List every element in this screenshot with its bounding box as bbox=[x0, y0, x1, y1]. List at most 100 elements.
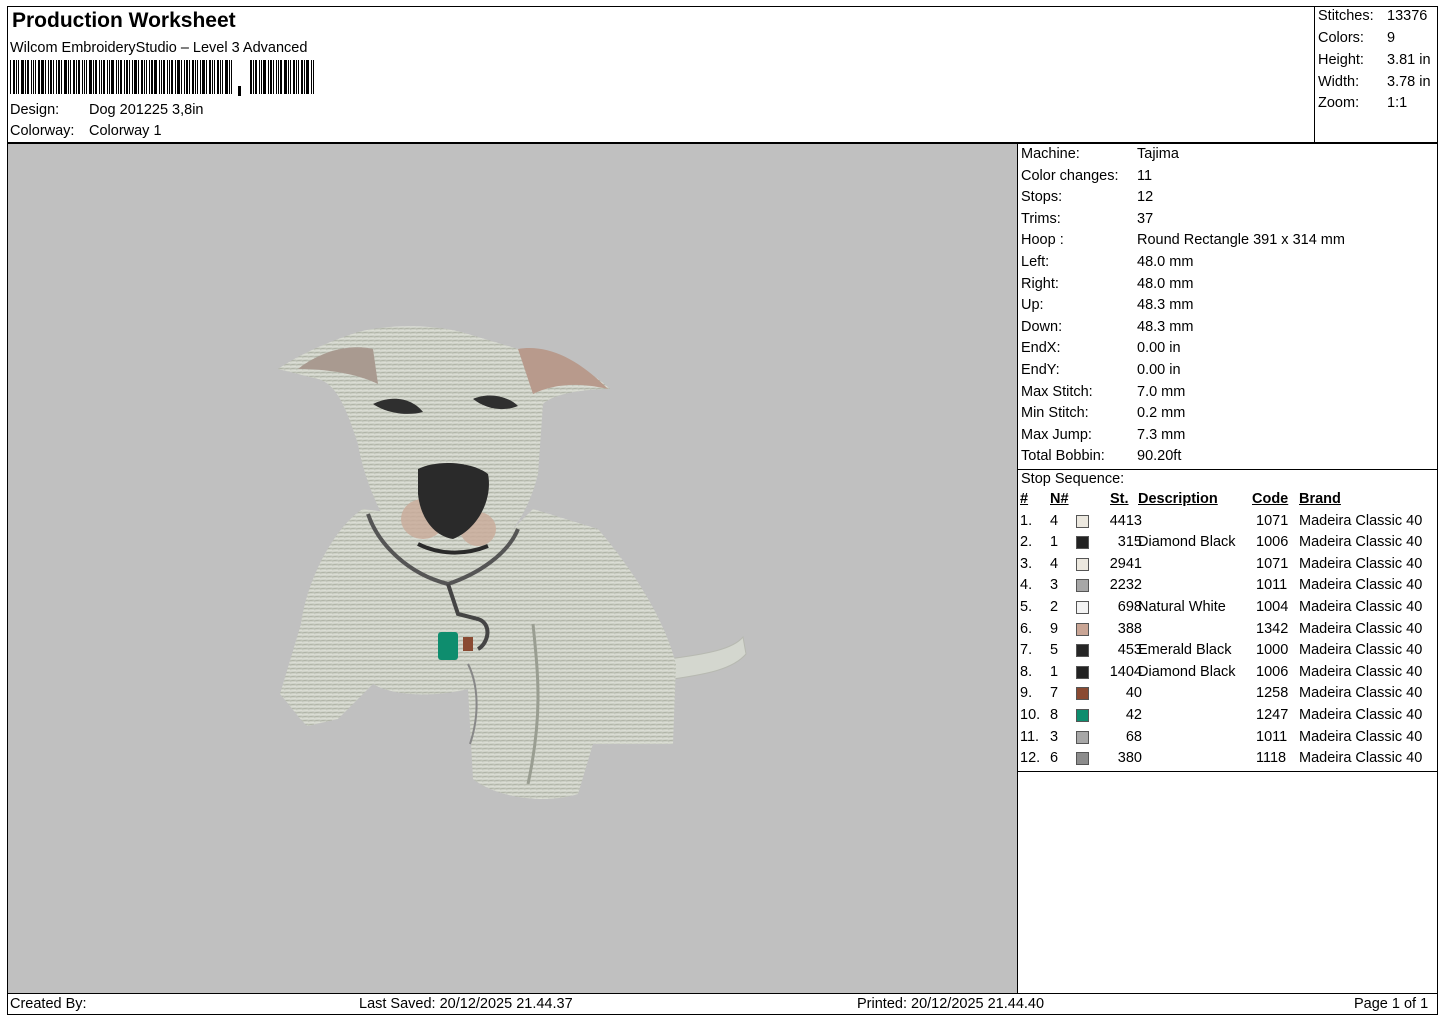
page-title: Production Worksheet bbox=[12, 9, 236, 32]
row-code: 1071 bbox=[1256, 555, 1289, 572]
left-value: 48.0 mm bbox=[1137, 254, 1194, 270]
row-stitches: 4413 bbox=[1109, 512, 1142, 529]
stops-value: 12 bbox=[1137, 189, 1154, 206]
row-needle: 3 bbox=[1050, 728, 1059, 745]
dog-tag bbox=[438, 632, 458, 660]
thread-color-swatch bbox=[1076, 622, 1089, 636]
col-stitches-header: St. bbox=[1110, 491, 1129, 507]
row-stitches: 2232 bbox=[1109, 577, 1142, 594]
row-needle: 6 bbox=[1050, 750, 1059, 767]
summary-value: 9 bbox=[1387, 30, 1396, 46]
table-row: 11. 3 68 1011 Madeira Classic 40 bbox=[1020, 727, 1445, 749]
row-code: 1258 bbox=[1256, 685, 1289, 702]
max-jump-label: Max Jump: bbox=[1021, 426, 1092, 443]
thread-color-swatch bbox=[1076, 665, 1089, 679]
table-row: 12. 6 380 1118 Madeira Classic 40 bbox=[1020, 748, 1445, 770]
notes-panel bbox=[1017, 771, 1438, 994]
row-stitches: 68 bbox=[1125, 728, 1142, 745]
thread-color-swatch bbox=[1076, 536, 1089, 550]
row-brand: Madeira Classic 40 bbox=[1299, 707, 1423, 723]
summary-label: Width: bbox=[1318, 74, 1360, 90]
row-index: 7. bbox=[1020, 642, 1033, 659]
row-brand: Madeira Classic 40 bbox=[1299, 642, 1423, 659]
row-brand: Madeira Classic 40 bbox=[1299, 555, 1423, 572]
up-value: 48.3 mm bbox=[1137, 297, 1194, 314]
thread-color-swatch bbox=[1076, 752, 1089, 766]
colorway-value: Colorway 1 bbox=[89, 123, 162, 139]
row-code: 1071 bbox=[1256, 512, 1289, 529]
table-header: # N# St. Description Code Brand bbox=[1020, 489, 1445, 511]
row-description: Diamond Black bbox=[1138, 534, 1236, 551]
table-row: 9. 7 40 1258 Madeira Classic 40 bbox=[1020, 683, 1445, 705]
summary-label: Zoom: bbox=[1318, 95, 1360, 111]
row-code: 1342 bbox=[1256, 620, 1289, 637]
thread-color-swatch bbox=[1076, 601, 1089, 614]
min-stitch-value: 0.2 mm bbox=[1137, 405, 1186, 422]
row-index: 4. bbox=[1020, 577, 1033, 594]
endx-value: 0.00 in bbox=[1137, 340, 1181, 357]
table-row: 1. 4 4413 1071 Madeira Classic 40 bbox=[1020, 511, 1445, 533]
col-code-header: Code bbox=[1252, 491, 1289, 507]
row-description: Diamond Black bbox=[1138, 663, 1236, 680]
machine-value: Tajima bbox=[1137, 146, 1179, 162]
row-index: 9. bbox=[1020, 685, 1033, 702]
last-saved: Last Saved: 20/12/2025 21.44.37 bbox=[359, 996, 573, 1012]
row-brand: Madeira Classic 40 bbox=[1299, 577, 1423, 594]
color-changes-value: 11 bbox=[1137, 167, 1153, 184]
table-row: 2. 1 315 Diamond Black 1006 Madeira Classic 4… bbox=[1020, 532, 1445, 554]
design-label: Design: bbox=[10, 102, 60, 118]
hoop-label: Hoop : bbox=[1021, 232, 1064, 249]
footer-bar bbox=[7, 993, 1438, 1015]
row-index: 3. bbox=[1020, 555, 1033, 572]
table-row: 5. 2 698 Natural White 1004 Madeira Classic 4… bbox=[1020, 597, 1445, 619]
design-canvas[interactable] bbox=[7, 143, 1018, 994]
trims-label: Trims: bbox=[1021, 210, 1061, 227]
summary-label: Stitches: bbox=[1318, 8, 1374, 24]
row-index: 6. bbox=[1020, 620, 1033, 637]
thread-color-swatch bbox=[1076, 557, 1089, 571]
up-label: Up: bbox=[1021, 297, 1044, 314]
row-brand: Madeira Classic 40 bbox=[1299, 685, 1423, 702]
row-needle: 7 bbox=[1050, 685, 1059, 702]
left-label: Left: bbox=[1021, 254, 1050, 270]
colorway-label: Colorway: bbox=[10, 123, 75, 139]
row-needle: 1 bbox=[1050, 663, 1059, 680]
col-index-header: # bbox=[1020, 491, 1029, 507]
row-stitches: 42 bbox=[1125, 707, 1142, 723]
row-needle: 3 bbox=[1050, 577, 1059, 594]
row-needle: 8 bbox=[1050, 707, 1059, 723]
row-stitches: 2941 bbox=[1109, 555, 1142, 572]
software-name: Wilcom EmbroideryStudio – Level 3 Advanc… bbox=[10, 40, 308, 56]
dog-tail bbox=[667, 635, 747, 680]
page-number: Page 1 of 1 bbox=[1354, 996, 1429, 1012]
row-code: 1011 bbox=[1256, 577, 1288, 594]
row-needle: 4 bbox=[1050, 512, 1059, 529]
row-needle: 5 bbox=[1050, 642, 1059, 659]
row-index: 11. bbox=[1020, 728, 1040, 745]
summary-value: 1:1 bbox=[1387, 95, 1408, 111]
row-stitches: 40 bbox=[1125, 685, 1142, 702]
row-code: 1000 bbox=[1256, 642, 1289, 659]
row-code: 1006 bbox=[1256, 534, 1289, 551]
row-description: Natural White bbox=[1138, 599, 1226, 615]
col-brand-header: Brand bbox=[1299, 491, 1341, 507]
total-bobbin-value: 90.20ft bbox=[1137, 448, 1182, 465]
row-brand: Madeira Classic 40 bbox=[1299, 750, 1423, 767]
row-needle: 9 bbox=[1050, 620, 1059, 637]
summary-value: 3.78 in bbox=[1387, 74, 1431, 90]
thread-color-swatch bbox=[1076, 730, 1089, 744]
barcode bbox=[10, 60, 314, 96]
machine-info-list: Machine: Tajima Color changes: 11 Stops:… bbox=[1021, 145, 1436, 469]
stops-label: Stops: bbox=[1021, 189, 1063, 206]
row-brand: Madeira Classic 40 bbox=[1299, 728, 1423, 745]
endy-label: EndY: bbox=[1021, 362, 1060, 378]
right-label: Right: bbox=[1021, 275, 1059, 292]
thread-color-swatch bbox=[1076, 514, 1089, 528]
table-row: 4. 3 2232 1011 Madeira Classic 40 bbox=[1020, 575, 1445, 597]
trims-value: 37 bbox=[1137, 210, 1154, 227]
row-code: 1004 bbox=[1256, 599, 1289, 615]
thread-color-swatch bbox=[1076, 709, 1089, 722]
max-jump-value: 7.3 mm bbox=[1137, 426, 1186, 443]
machine-label: Machine: bbox=[1021, 146, 1080, 162]
down-label: Down: bbox=[1021, 318, 1063, 335]
